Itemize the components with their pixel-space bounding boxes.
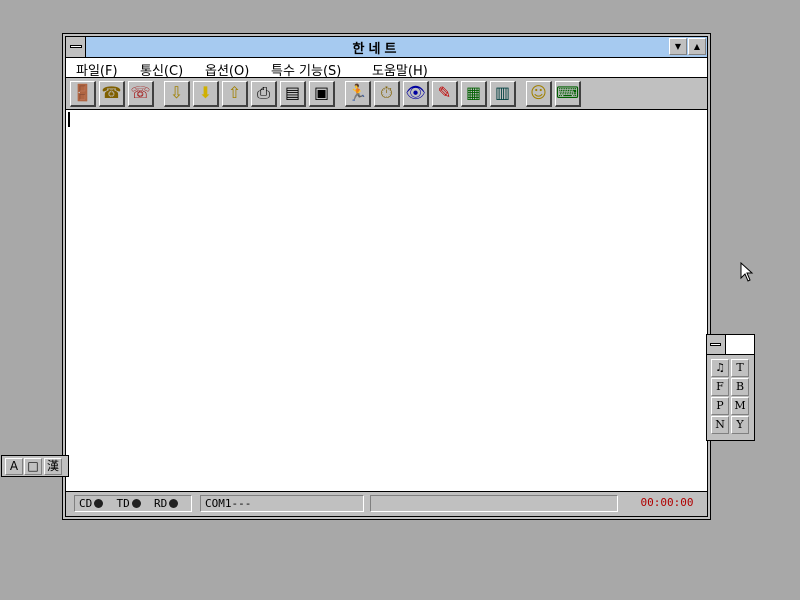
palette-system-menu-icon <box>710 343 721 346</box>
td-label: TD <box>116 497 130 510</box>
download-arrow-button[interactable]: ⬇ <box>193 81 219 107</box>
palette-system-menu-button[interactable] <box>707 335 726 354</box>
runner-icon: 🏃 <box>347 83 368 102</box>
rd-led-icon <box>169 499 179 508</box>
download-arrow-icon: ⬇ <box>198 83 213 102</box>
capture-icon: ▤ <box>284 83 301 102</box>
capture-button[interactable]: ▤ <box>280 81 306 107</box>
menu-bar: 파일(F) 통신(C) 옵션(O) 특수 기능(S) 도움말(H) <box>66 58 707 79</box>
eraser-icon: ✎ <box>437 83 452 102</box>
cd-led-icon <box>94 499 104 508</box>
menu-options[interactable]: 옵션(O) <box>205 60 249 79</box>
hannet-window: 한네트 ▼ ▲ 파일(F) 통신(C) 옵션(O) 특수 기능(S) 도움말(H… <box>62 33 711 520</box>
printer-icon: ⎙ <box>257 83 270 102</box>
menu-special[interactable]: 특수 기능(S) <box>271 60 341 79</box>
minimize-button[interactable]: ▼ <box>669 38 687 55</box>
palette-p-button[interactable]: P <box>711 397 729 415</box>
upload-button[interactable]: ⇧ <box>222 81 248 107</box>
port-status: COM1--- <box>200 495 364 512</box>
modem-lights: CD TD RD <box>74 495 192 512</box>
palette-m-button[interactable]: M <box>731 397 749 415</box>
floating-palette: ♫ T F B P M N Y <box>706 334 755 441</box>
ime-width-button[interactable]: □ <box>24 458 42 475</box>
phone-dial-icon: ☎ <box>101 83 122 102</box>
exit-button[interactable]: 🚪 <box>70 81 96 107</box>
hangup-icon: ☏ <box>130 83 151 102</box>
progress-area <box>370 495 618 512</box>
eye-icon: 👁 <box>405 83 426 102</box>
upload-icon: ⇧ <box>227 83 242 102</box>
keyboard-button[interactable]: ⌨ <box>555 81 581 107</box>
scroll-button[interactable]: ▣ <box>309 81 335 107</box>
status-bar: CD TD RD COM1--- 00:00:00 <box>66 491 707 516</box>
calculator-button[interactable]: ▥ <box>490 81 516 107</box>
td-led-icon <box>131 499 141 508</box>
timer-button[interactable]: ⏱ <box>374 81 400 107</box>
cd-label: CD <box>79 497 93 510</box>
menu-file[interactable]: 파일(F) <box>76 60 118 79</box>
exit-door-icon: 🚪 <box>72 83 93 102</box>
palette-f-button[interactable]: F <box>711 378 729 396</box>
palette-t-button[interactable]: T <box>731 359 749 377</box>
print-button[interactable]: ⎙ <box>251 81 277 107</box>
erase-button[interactable]: ✎ <box>432 81 458 107</box>
menu-comm[interactable]: 통신(C) <box>140 60 183 79</box>
clock-icon: ⏱ <box>380 83 393 102</box>
download-button[interactable]: ⇩ <box>164 81 190 107</box>
calculator-icon: ▥ <box>494 83 511 102</box>
system-menu-button[interactable] <box>66 37 86 57</box>
palette-n-button[interactable]: N <box>711 416 729 434</box>
dial-button[interactable]: ☎ <box>99 81 125 107</box>
menu-help[interactable]: 도움말(H) <box>372 60 428 79</box>
connect-timer: 00:00:00 <box>640 496 694 509</box>
window-frame: 한네트 ▼ ▲ 파일(F) 통신(C) 옵션(O) 특수 기능(S) 도움말(H… <box>65 36 708 517</box>
picture-icon: ▦ <box>465 83 482 102</box>
palette-y-button[interactable]: Y <box>731 416 749 434</box>
hangup-button[interactable]: ☏ <box>128 81 154 107</box>
palette-title-bar[interactable] <box>707 335 754 355</box>
scroll-icon: ▣ <box>313 83 330 102</box>
title-bar[interactable]: 한네트 ▼ ▲ <box>66 37 707 58</box>
ime-hanja-button[interactable]: 漢 <box>44 458 62 475</box>
maximize-button[interactable]: ▲ <box>688 38 706 55</box>
mouse-pointer-icon <box>740 262 754 282</box>
help-button[interactable]: ☺ <box>526 81 552 107</box>
toolbar: 🚪 ☎ ☏ ⇩ ⬇ ⇧ ⎙ ▤ ▣ 🏃 ⏱ 👁 ✎ ▦ ▥ ☺ ⌨ <box>66 78 707 110</box>
view-button[interactable]: 👁 <box>403 81 429 107</box>
terminal-area[interactable] <box>66 110 707 492</box>
text-caret <box>68 112 70 127</box>
ime-indicator: A □ 漢 <box>1 455 69 477</box>
system-menu-icon <box>70 45 82 48</box>
ime-english-button[interactable]: A <box>5 458 23 475</box>
music-note-icon: ♫ <box>715 361 725 374</box>
palette-b-button[interactable]: B <box>731 378 749 396</box>
window-title: 한네트 <box>352 42 401 57</box>
picture-button[interactable]: ▦ <box>461 81 487 107</box>
download-icon: ⇩ <box>169 83 184 102</box>
palette-music-button[interactable]: ♫ <box>711 359 729 377</box>
help-face-icon: ☺ <box>530 83 547 102</box>
rd-label: RD <box>154 497 168 510</box>
keyboard-icon: ⌨ <box>556 83 580 102</box>
script-run-button[interactable]: 🏃 <box>345 81 371 107</box>
